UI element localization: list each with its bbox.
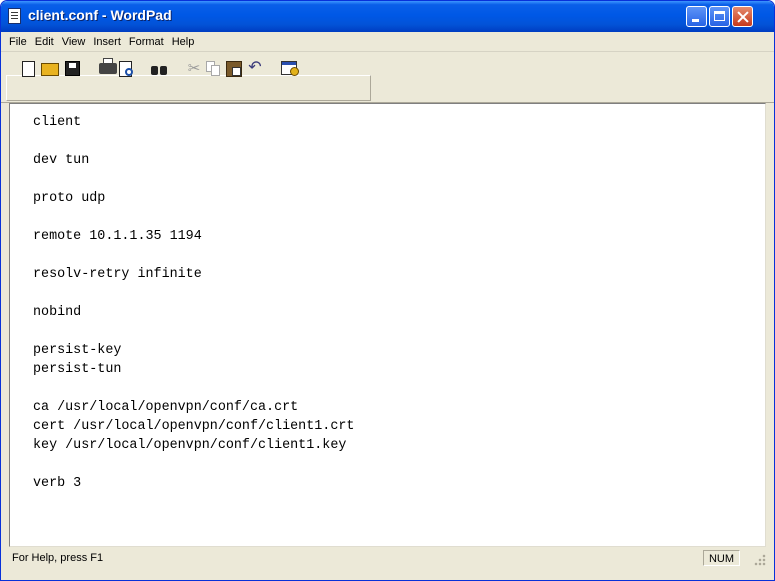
doc-line: resolv-retry infinite bbox=[33, 267, 202, 282]
print-icon[interactable] bbox=[99, 58, 117, 74]
wordpad-window: client.conf - WordPad File Edit View Ins… bbox=[0, 0, 775, 581]
doc-line: remote 10.1.1.35 1194 bbox=[33, 229, 202, 244]
menu-file[interactable]: File bbox=[5, 36, 31, 48]
menu-insert[interactable]: Insert bbox=[89, 36, 125, 48]
document-area[interactable]: client dev tun proto udp remote 10.1.1.3… bbox=[9, 103, 766, 547]
doc-line: dev tun bbox=[33, 153, 90, 168]
new-document-icon[interactable] bbox=[22, 61, 35, 77]
document-text[interactable]: client dev tun proto udp remote 10.1.1.3… bbox=[33, 113, 354, 493]
doc-line: proto udp bbox=[33, 191, 106, 206]
print-preview-icon[interactable] bbox=[119, 61, 133, 77]
doc-line: nobind bbox=[33, 305, 82, 320]
menu-format[interactable]: Format bbox=[125, 36, 168, 48]
find-binoculars-icon[interactable] bbox=[151, 63, 167, 76]
minimize-button[interactable] bbox=[686, 6, 707, 27]
resize-grip[interactable] bbox=[753, 553, 767, 567]
copy-icon bbox=[206, 61, 221, 76]
save-disk-icon[interactable] bbox=[65, 61, 80, 76]
toolbar: ✂ ↶ bbox=[1, 53, 774, 103]
maximize-button[interactable] bbox=[709, 6, 730, 27]
undo-icon[interactable]: ↶ bbox=[247, 60, 263, 76]
doc-line: persist-tun bbox=[33, 362, 122, 377]
doc-line: cert /usr/local/openvpn/conf/client1.crt bbox=[33, 419, 355, 434]
num-lock-indicator: NUM bbox=[703, 550, 740, 566]
doc-line: ca /usr/local/openvpn/conf/ca.crt bbox=[33, 400, 299, 415]
doc-line: key /usr/local/openvpn/conf/client1.key bbox=[33, 438, 347, 453]
menu-bar: File Edit View Insert Format Help bbox=[1, 32, 774, 52]
doc-line: persist-key bbox=[33, 343, 122, 358]
cut-scissors-icon: ✂ bbox=[187, 60, 201, 77]
title-bar[interactable]: client.conf - WordPad bbox=[1, 1, 774, 32]
paste-icon[interactable] bbox=[226, 61, 242, 77]
menu-help[interactable]: Help bbox=[168, 36, 199, 48]
wordpad-app-icon[interactable] bbox=[8, 8, 21, 24]
status-help-text: For Help, press F1 bbox=[12, 552, 104, 564]
insert-date-time-icon[interactable] bbox=[281, 61, 299, 76]
doc-line: verb 3 bbox=[33, 476, 82, 491]
status-bar: For Help, press F1 NUM bbox=[1, 549, 774, 580]
menu-edit[interactable]: Edit bbox=[31, 36, 58, 48]
toolbar-band bbox=[6, 75, 371, 101]
close-button[interactable] bbox=[732, 6, 753, 27]
doc-line: client bbox=[33, 115, 82, 130]
open-folder-icon[interactable] bbox=[41, 63, 59, 76]
menu-view[interactable]: View bbox=[58, 36, 90, 48]
window-title: client.conf - WordPad bbox=[28, 7, 172, 23]
